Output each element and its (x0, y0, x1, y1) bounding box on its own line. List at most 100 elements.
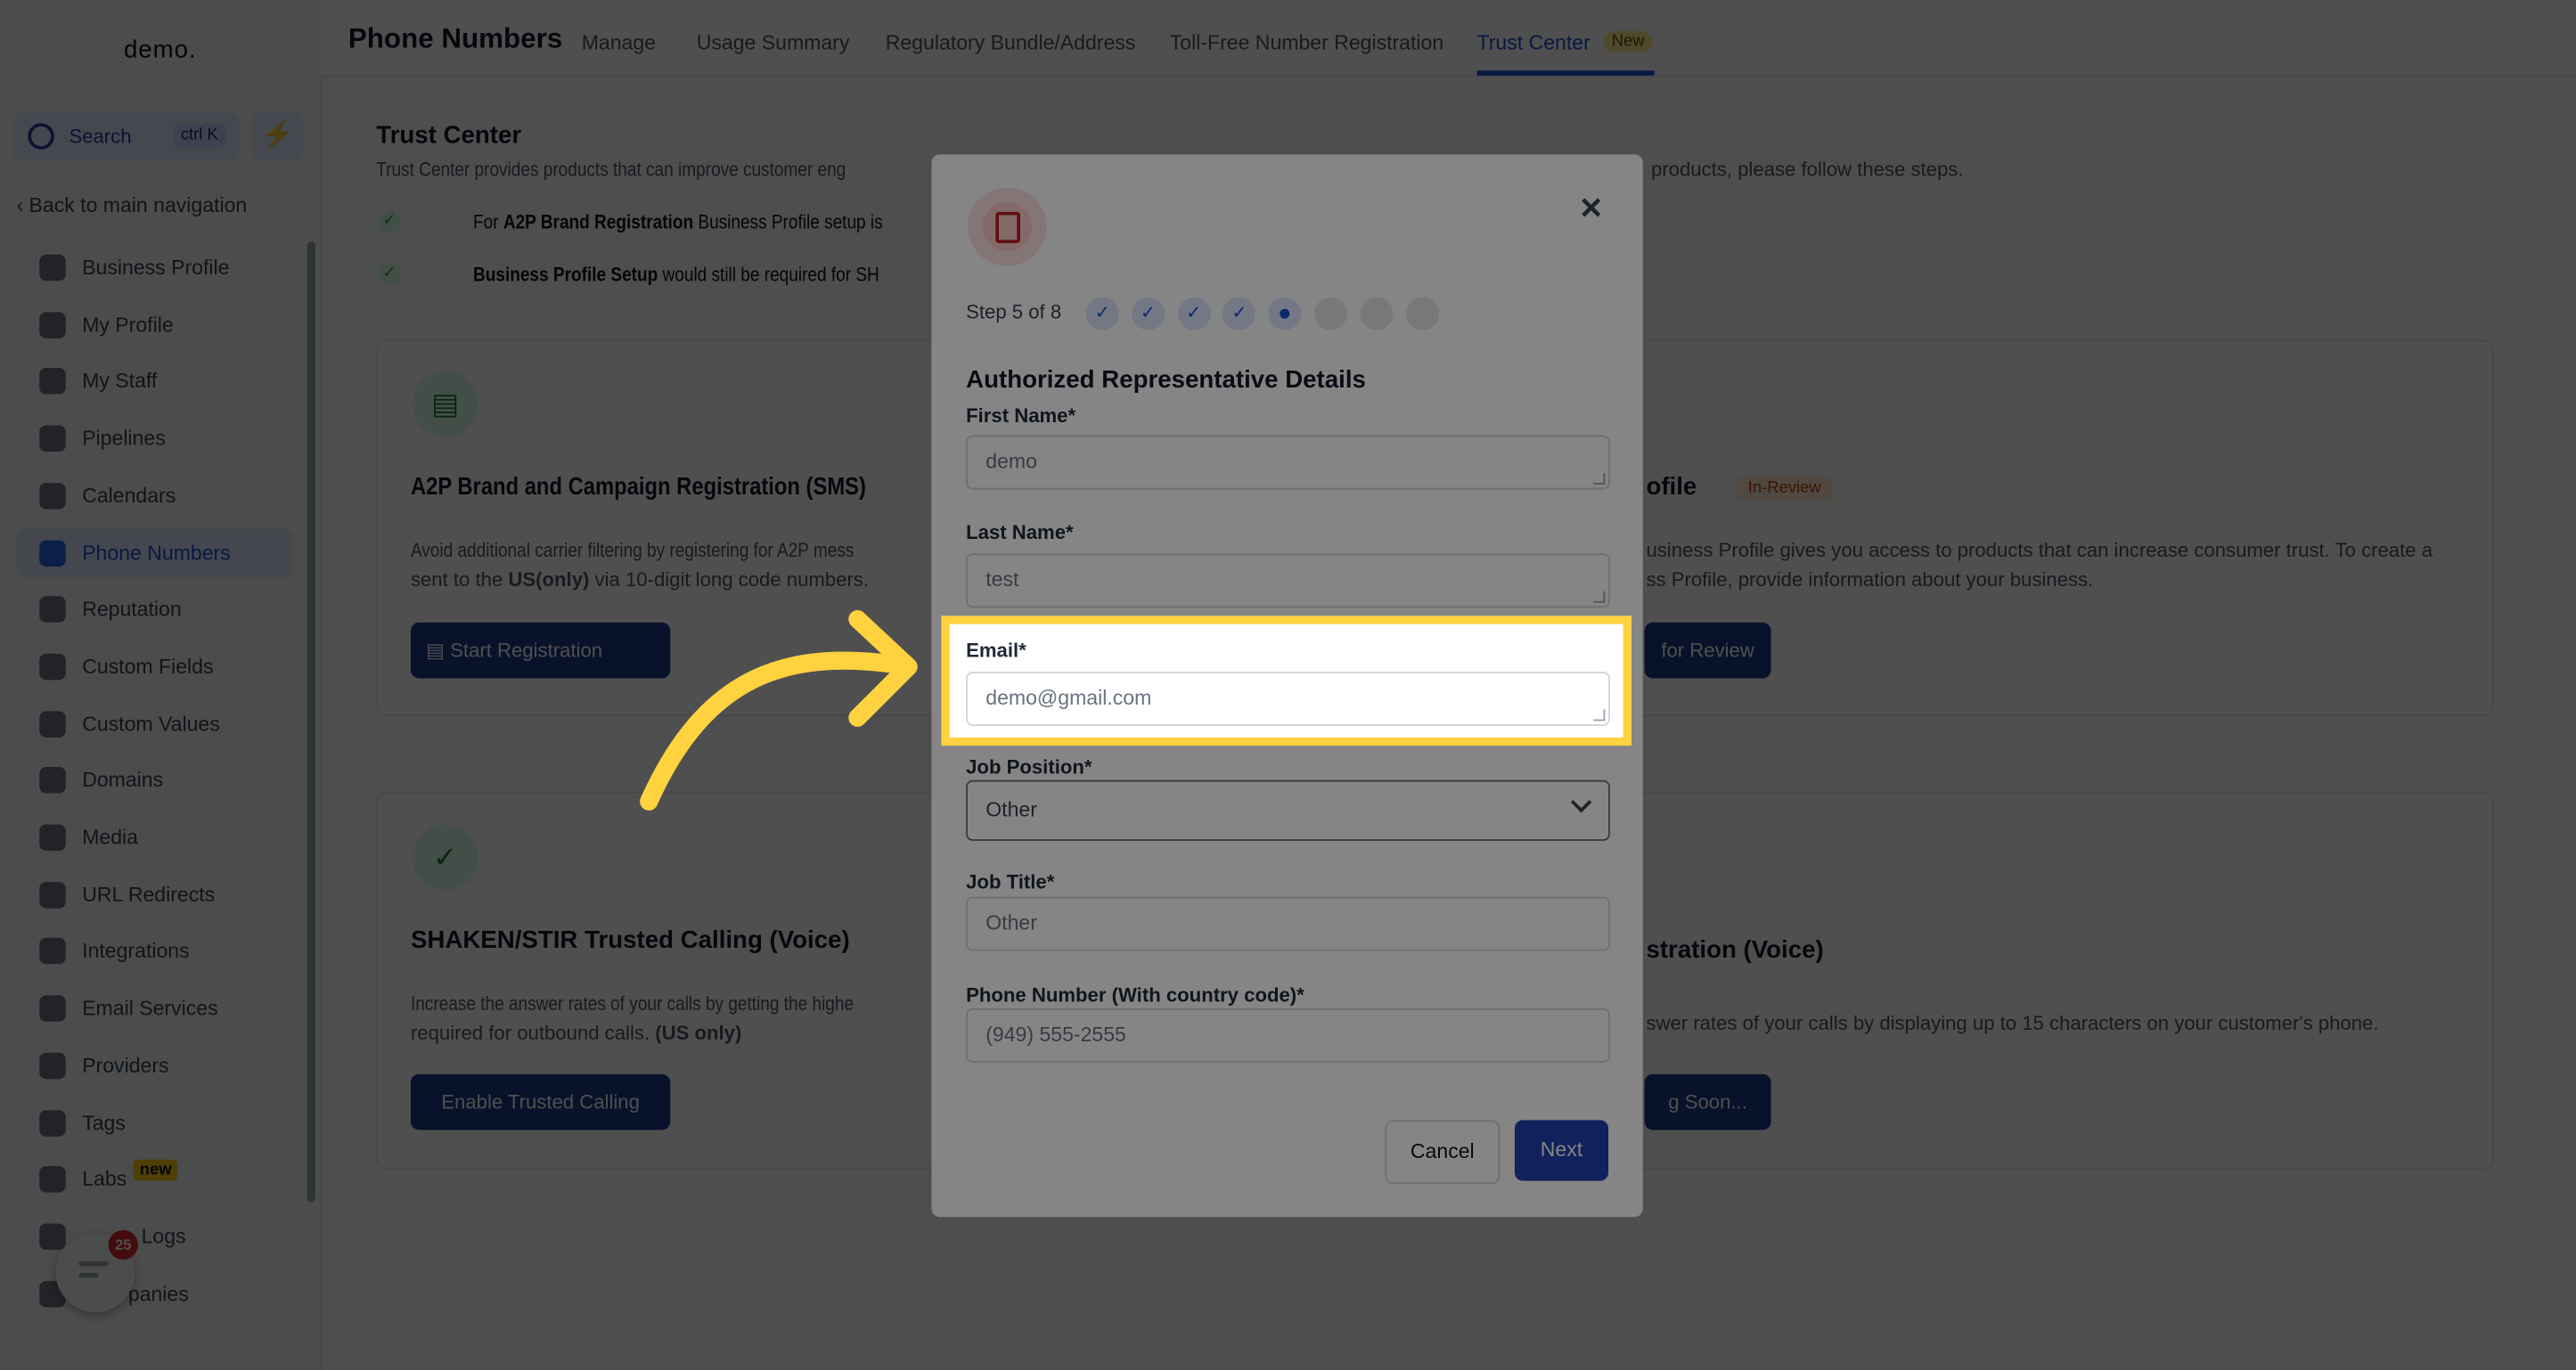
sidebar-item-custom-fields[interactable]: Custom Fields (16, 642, 292, 691)
sidebar-item-label: Pipelines (82, 427, 166, 451)
note-business-profile: Business Profile Setup would still be re… (473, 263, 879, 286)
last-name-input[interactable]: test (966, 553, 1610, 608)
integrations-icon (39, 938, 66, 966)
redirect-icon (39, 881, 66, 909)
start-registration-button[interactable]: ▤ Start Registration (410, 622, 671, 679)
sidebar-item-label: Tags (82, 1111, 126, 1135)
section-title: Trust Center (376, 121, 522, 150)
lightning-icon: ⚡ (261, 121, 294, 150)
step-dot (1314, 297, 1347, 330)
tab-trust-center[interactable]: Trust Center (1477, 31, 1591, 54)
job-title-input[interactable]: Other (966, 896, 1610, 951)
briefcase-icon (39, 254, 66, 281)
tab-manage[interactable]: Manage (582, 31, 656, 54)
email-label: Email* (966, 639, 1026, 663)
step-indicator-text: Step 5 of 8 (966, 300, 1062, 324)
sidebar-item-label: Providers (82, 1054, 169, 1078)
sidebar-item-my-profile[interactable]: My Profile (16, 300, 292, 349)
email-highlight: Email* demo@gmail.com (941, 616, 1631, 746)
document-icon (967, 187, 1047, 266)
logo: demo. (124, 36, 197, 64)
sidebar-item-label: Email Services (82, 997, 218, 1021)
sidebar-item-providers[interactable]: Providers (16, 1041, 292, 1090)
back-label: Back to main navigation (29, 193, 248, 217)
sidebar-item-label: My Profile (82, 313, 174, 337)
sidebar-item-domains[interactable]: Domains (16, 756, 292, 805)
labs-new-badge: new (133, 1159, 178, 1181)
tag-value-icon (39, 710, 66, 738)
tab-regulatory-bundle[interactable]: Regulatory Bundle/Address (886, 31, 1136, 54)
cnam-description: swer rates of your calls by displaying u… (1646, 1011, 2379, 1035)
calendar-icon (39, 482, 66, 510)
sidebar-item-email-services[interactable]: Email Services (16, 984, 292, 1033)
tab-toll-free-registration[interactable]: Toll-Free Number Registration (1170, 31, 1443, 54)
sidebar-item-label: Custom Values (82, 712, 220, 736)
sidebar-item-label: Logs (141, 1225, 186, 1249)
sidebar-item-tags[interactable]: Tags (16, 1098, 292, 1147)
sidebar-item-label: Domains (82, 769, 164, 793)
sidebar: demo. Search ctrl K ⚡ ‹ Back to main nav… (0, 0, 323, 1370)
document-check-icon: ▤ (412, 371, 478, 437)
email-input[interactable]: demo@gmail.com (966, 672, 1610, 726)
sidebar-item-business-profile[interactable]: Business Profile (16, 243, 292, 292)
chat-unread-badge: 25 (108, 1229, 138, 1260)
sidebar-item-label: Reputation (82, 598, 182, 622)
sidebar-item-integrations[interactable]: Integrations (16, 927, 292, 976)
sidebar-item-url-redirects[interactable]: URL Redirects (16, 870, 292, 919)
business-profile-description: usiness Profile gives you access to prod… (1646, 538, 2433, 562)
status-badge: In-Review (1736, 476, 1833, 502)
sidebar-item-media[interactable]: Media (16, 813, 292, 862)
sidebar-item-my-staff[interactable]: My Staff (16, 357, 292, 406)
chevron-down-icon (1570, 791, 1592, 813)
card-title: SHAKEN/STIR Trusted Calling (Voice) (410, 926, 850, 955)
close-icon[interactable]: ✕ (1579, 192, 1604, 227)
chat-icon (78, 1261, 109, 1267)
phone-label: Phone Number (With country code)* (966, 983, 1304, 1007)
back-to-main-navigation[interactable]: ‹ Back to main navigation (16, 194, 247, 217)
sidebar-scrollbar[interactable] (307, 241, 315, 1203)
business-profile-title: ofile (1646, 473, 1697, 502)
app: demo. Search ctrl K ⚡ ‹ Back to main nav… (0, 0, 2576, 1370)
sidebar-item-phone-numbers[interactable]: Phone Numbers (16, 527, 293, 578)
quick-action-button[interactable]: ⚡ (251, 111, 305, 161)
sidebar-item-label: Calendars (82, 484, 176, 508)
card-title: A2P Brand and Campaign Registration (SMS… (410, 473, 866, 502)
page-title: Phone Numbers (348, 22, 563, 54)
note-a2p: For A2P Brand Registration Business Prof… (473, 210, 883, 233)
card-description-2: required for outbound calls. (US only) (410, 1021, 742, 1045)
globe-icon (39, 767, 66, 795)
cancel-button[interactable]: Cancel (1385, 1120, 1501, 1185)
active-tab-indicator (1476, 70, 1655, 76)
enable-trusted-calling-button[interactable]: Enable Trusted Calling (410, 1073, 671, 1130)
filter-icon (39, 425, 66, 453)
modal-title: Authorized Representative Details (966, 366, 1366, 395)
section-description-end: products, please follow these steps. (1650, 158, 1964, 181)
card-description-2: sent to the US(only) via 10-digit long c… (410, 567, 870, 591)
sidebar-item-label: Media (82, 826, 138, 850)
search-button[interactable]: Search ctrl K (12, 111, 241, 161)
search-icon (28, 123, 54, 150)
job-title-label: Job Title* (966, 870, 1055, 893)
document-icon: ▤ (426, 639, 451, 663)
coming-soon-button[interactable]: g Soon... (1644, 1073, 1771, 1130)
sidebar-item-calendars[interactable]: Calendars (16, 471, 292, 520)
star-icon (39, 596, 66, 624)
next-button[interactable]: Next (1514, 1120, 1609, 1181)
badge-check-icon: ✓ (412, 824, 478, 891)
clipboard-icon (39, 1052, 66, 1079)
sidebar-item-reputation[interactable]: Reputation (16, 585, 292, 634)
phone-input[interactable]: (949) 555-2555 (966, 1008, 1610, 1063)
sidebar-item-label: Phone Numbers (82, 541, 231, 565)
job-position-select[interactable]: Other (966, 779, 1610, 841)
sidebar-item-logs[interactable]: Logs (16, 1211, 292, 1260)
sidebar-item-custom-values[interactable]: Custom Values (16, 699, 292, 748)
submit-for-review-button[interactable]: for Review (1644, 622, 1771, 679)
sidebar-item-pipelines[interactable]: Pipelines (16, 414, 292, 463)
section-description: Trust Center provides products that can … (376, 158, 846, 181)
chevron-left-icon: ‹ (16, 193, 29, 217)
first-name-input[interactable]: demo (966, 435, 1610, 490)
step-complete-check-icon: ✓ (1131, 297, 1165, 330)
sidebar-item-label: URL Redirects (82, 883, 216, 907)
tab-usage-summary[interactable]: Usage Summary (697, 31, 850, 54)
sidebar-item-label: Labs (82, 1168, 127, 1192)
